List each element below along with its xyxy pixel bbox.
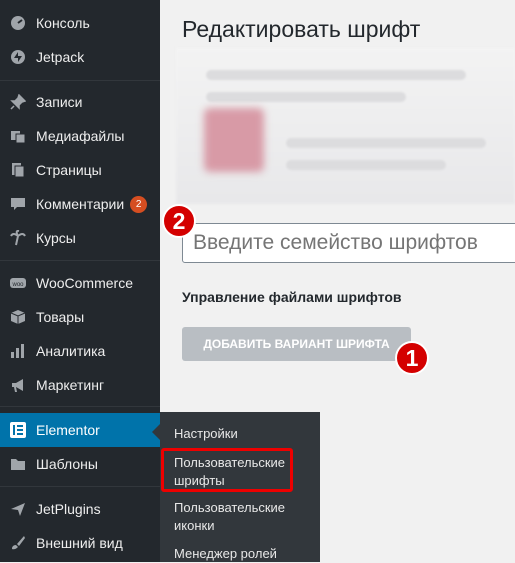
sidebar-item-comments[interactable]: Комментарии 2 (0, 187, 160, 221)
sidebar-item-analytics[interactable]: Аналитика (0, 334, 160, 368)
sidebar-item-label: JetPlugins (36, 501, 101, 517)
jetpack-icon (9, 48, 27, 66)
media-icon (9, 127, 27, 145)
menu-separator (0, 260, 160, 261)
sidebar-item-console[interactable]: Консоль (0, 6, 160, 40)
sidebar-item-templates[interactable]: Шаблоны (0, 447, 160, 481)
menu-separator (0, 486, 160, 487)
sidebar-item-label: Аналитика (36, 343, 106, 359)
megaphone-icon (9, 376, 27, 394)
sidebar-item-woocommerce[interactable]: woo WooCommerce (0, 266, 160, 300)
sidebar-item-label: Комментарии (36, 196, 125, 212)
sidebar-item-courses[interactable]: Курсы (0, 221, 160, 255)
add-font-variation-button[interactable]: ДОБАВИТЬ ВАРИАНТ ШРИФТА (182, 327, 411, 361)
sidebar-item-posts[interactable]: Записи (0, 85, 160, 119)
sidebar-item-pages[interactable]: Страницы (0, 153, 160, 187)
brush-icon (9, 534, 27, 552)
sidebar-item-label: Шаблоны (36, 456, 98, 472)
sidebar-item-marketing[interactable]: Маркетинг (0, 368, 160, 402)
sidebar-item-label: Elementor (36, 422, 100, 438)
bar-chart-icon (9, 342, 27, 360)
sidebar-item-jetpack[interactable]: Jetpack (0, 40, 160, 74)
sidebar-item-label: Медиафайлы (36, 128, 125, 144)
sidebar-item-label: Записи (36, 94, 83, 110)
woo-icon: woo (9, 274, 27, 292)
sidebar-item-label: Курсы (36, 230, 76, 246)
font-files-label: Управление файлами шрифтов (182, 289, 402, 305)
menu-separator (0, 406, 160, 407)
pages-icon (9, 161, 27, 179)
menu-separator (0, 80, 160, 81)
sidebar-item-label: Jetpack (36, 49, 85, 65)
sidebar-item-label: Внешний вид (36, 535, 123, 551)
sidebar-item-label: Товары (36, 309, 85, 325)
sidebar-item-label: Консоль (36, 15, 90, 31)
sidebar-item-label: Маркетинг (36, 377, 105, 393)
pin-icon (9, 93, 27, 111)
sidebar-item-products[interactable]: Товары (0, 300, 160, 334)
step-marker-2: 2 (162, 204, 196, 238)
sidebar-item-elementor[interactable]: Elementor (0, 413, 160, 447)
main-content: Редактировать шрифт Управление файлами ш… (160, 0, 515, 562)
sidebar-item-label: Страницы (36, 162, 102, 178)
folder-icon (9, 455, 27, 473)
dashboard-icon (9, 14, 27, 32)
svg-text:woo: woo (11, 282, 24, 288)
page-title: Редактировать шрифт (182, 16, 421, 42)
admin-sidebar: Консоль Jetpack Записи Медиафайлы Страни… (0, 0, 160, 562)
elementor-icon (9, 421, 27, 439)
step-marker-1: 1 (395, 341, 429, 375)
comment-icon (9, 195, 27, 213)
blurred-image (204, 108, 264, 172)
sidebar-item-media[interactable]: Медиафайлы (0, 119, 160, 153)
font-family-input[interactable] (182, 223, 515, 263)
box-icon (9, 308, 27, 326)
palm-icon (9, 229, 27, 247)
sidebar-item-appearance[interactable]: Внешний вид (0, 526, 160, 560)
jetplugins-icon (9, 500, 27, 518)
comments-count-badge: 2 (130, 195, 148, 213)
sidebar-item-label: WooCommerce (36, 275, 133, 291)
sidebar-item-jetplugins[interactable]: JetPlugins (0, 492, 160, 526)
